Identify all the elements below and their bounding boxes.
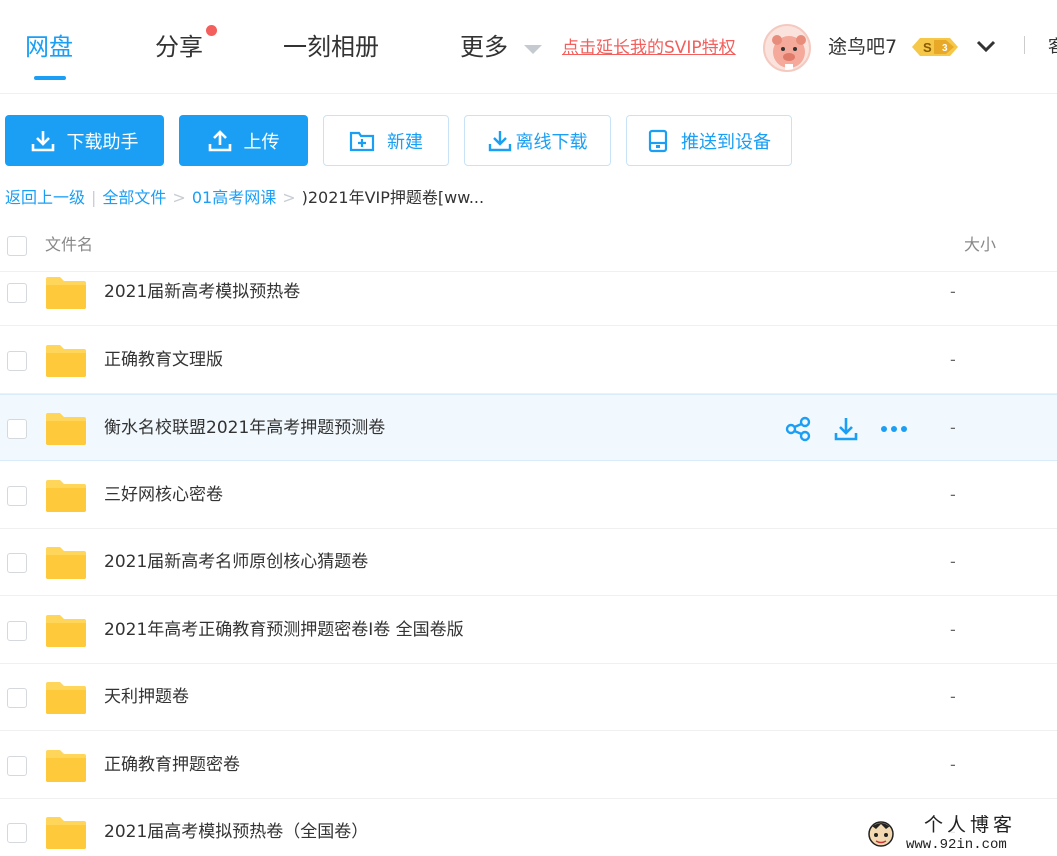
- file-name[interactable]: 2021届高考模拟预热卷（全国卷）: [104, 820, 368, 844]
- row-checkbox[interactable]: [7, 419, 27, 439]
- breadcrumb-all-files-link[interactable]: 全部文件: [102, 188, 166, 207]
- offline-download-label: 离线下载: [515, 131, 588, 153]
- download-helper-button[interactable]: 下载助手: [5, 115, 164, 166]
- offline-download-button[interactable]: 离线下载: [464, 115, 611, 166]
- svip-diamond-icon: S 3: [912, 38, 958, 56]
- nav-divider: [1024, 36, 1025, 54]
- new-folder-icon: [349, 131, 375, 151]
- upload-button[interactable]: 上传: [179, 115, 308, 166]
- folder-icon: [45, 344, 87, 378]
- column-header-name[interactable]: 文件名: [45, 233, 93, 257]
- folder-icon: [45, 276, 87, 310]
- table-row[interactable]: 2021年高考正确教育预测押题密卷I卷 全国卷版 -: [0, 597, 1057, 664]
- folder-icon: [45, 412, 87, 446]
- file-size: -: [950, 619, 956, 639]
- active-tab-indicator: [34, 76, 66, 80]
- username[interactable]: 途鸟吧7: [828, 34, 897, 60]
- breadcrumb-separator: >: [172, 188, 186, 207]
- offline-download-icon: [488, 130, 511, 151]
- vip-level-badge: S 3: [910, 36, 960, 58]
- folder-icon: [45, 614, 87, 648]
- upload-icon: [208, 129, 231, 151]
- row-checkbox[interactable]: [7, 755, 27, 776]
- row-checkbox[interactable]: [7, 350, 27, 371]
- push-to-device-label: 推送到设备: [681, 131, 771, 153]
- row-checkbox[interactable]: [7, 823, 27, 843]
- vip-level-number: 3: [942, 43, 948, 54]
- new-folder-button[interactable]: 新建: [323, 115, 449, 166]
- file-size: -: [950, 349, 956, 369]
- watermark: 个人博客 www.92in.com: [862, 812, 1057, 856]
- file-name[interactable]: 三好网核心密卷: [104, 483, 223, 507]
- file-name[interactable]: 天利押题卷: [104, 685, 189, 709]
- share-notification-dot: [206, 25, 217, 36]
- row-checkbox[interactable]: [7, 688, 27, 708]
- file-name[interactable]: 正确教育押题密卷: [104, 753, 240, 777]
- folder-icon: [45, 681, 87, 715]
- push-to-device-button[interactable]: 推送到设备: [626, 115, 792, 166]
- breadcrumb: 返回上一级 | 全部文件 >01高考网课 > )2021年VIP押题卷[ww...: [5, 186, 484, 210]
- breadcrumb-current: )2021年VIP押题卷[ww...: [301, 188, 485, 207]
- download-icon[interactable]: [832, 415, 860, 443]
- user-menu-chevron-icon[interactable]: [975, 36, 997, 56]
- table-row[interactable]: 正确教育文理版 -: [0, 327, 1057, 394]
- breadcrumb-folder-link[interactable]: 01高考网课: [192, 188, 276, 207]
- column-header-size[interactable]: 大小: [964, 233, 996, 257]
- watermark-url: www.92in.com: [906, 837, 1007, 853]
- file-size: -: [950, 282, 956, 301]
- vip-badge-letter: S: [923, 40, 932, 55]
- upload-label: 上传: [243, 131, 280, 153]
- new-folder-label: 新建: [387, 131, 423, 153]
- file-name[interactable]: 正确教育文理版: [104, 348, 223, 372]
- avatar[interactable]: [763, 24, 811, 72]
- breadcrumb-separator: >: [282, 188, 296, 207]
- watermark-face-icon: [868, 821, 894, 847]
- table-row[interactable]: 天利押题卷 -: [0, 664, 1057, 731]
- share-icon[interactable]: [784, 415, 812, 443]
- table-row[interactable]: 衡水名校联盟2021年高考押题预测卷 -: [0, 394, 1057, 461]
- file-name[interactable]: 2021届新高考名师原创核心猜题卷: [104, 550, 368, 574]
- table-row[interactable]: 2021届新高考模拟预热卷 -: [0, 259, 1057, 326]
- file-size: -: [950, 418, 956, 437]
- row-checkbox[interactable]: [7, 553, 27, 573]
- file-size: -: [950, 552, 956, 571]
- file-name[interactable]: 2021年高考正确教育预测押题密卷I卷 全国卷版: [104, 618, 464, 642]
- file-name[interactable]: 衡水名校联盟2021年高考押题预测卷: [104, 416, 385, 440]
- nav-cutoff-text[interactable]: 客: [1048, 36, 1057, 58]
- tab-more[interactable]: 更多: [460, 30, 508, 64]
- more-options-icon[interactable]: [880, 415, 908, 443]
- folder-icon: [45, 749, 87, 783]
- tab-album[interactable]: 一刻相册: [283, 30, 379, 64]
- file-name[interactable]: 2021届新高考模拟预热卷: [104, 280, 300, 304]
- row-checkbox[interactable]: [7, 485, 27, 506]
- table-row[interactable]: 2021届新高考名师原创核心猜题卷 -: [0, 529, 1057, 596]
- row-checkbox[interactable]: [7, 620, 27, 641]
- breadcrumb-pipe: |: [91, 188, 97, 207]
- more-caret-icon[interactable]: [524, 45, 542, 54]
- select-all-checkbox[interactable]: [7, 236, 27, 256]
- folder-icon: [45, 546, 87, 580]
- avatar-pig-icon: [772, 35, 806, 70]
- file-size: -: [950, 754, 956, 774]
- row-checkbox[interactable]: [7, 283, 27, 303]
- watermark-title: 个人博客: [924, 814, 1017, 836]
- breadcrumb-back-link[interactable]: 返回上一级: [5, 188, 85, 207]
- folder-icon: [45, 479, 87, 513]
- table-row[interactable]: 正确教育押题密卷 -: [0, 732, 1057, 799]
- tab-netdisk[interactable]: 网盘: [25, 30, 73, 64]
- svip-extend-link[interactable]: 点击延长我的SVIP特权: [562, 36, 736, 60]
- file-size: -: [950, 484, 956, 504]
- folder-icon: [45, 816, 87, 850]
- device-icon: [648, 129, 668, 152]
- table-row[interactable]: 三好网核心密卷 -: [0, 462, 1057, 529]
- download-icon: [31, 130, 54, 151]
- download-helper-label: 下载助手: [66, 131, 139, 153]
- file-size: -: [950, 687, 956, 706]
- top-nav: 网盘 分享 一刻相册 更多 点击延长我的SVIP特权 途鸟吧7 S 3 客: [0, 0, 1057, 94]
- tab-share[interactable]: 分享: [155, 30, 203, 64]
